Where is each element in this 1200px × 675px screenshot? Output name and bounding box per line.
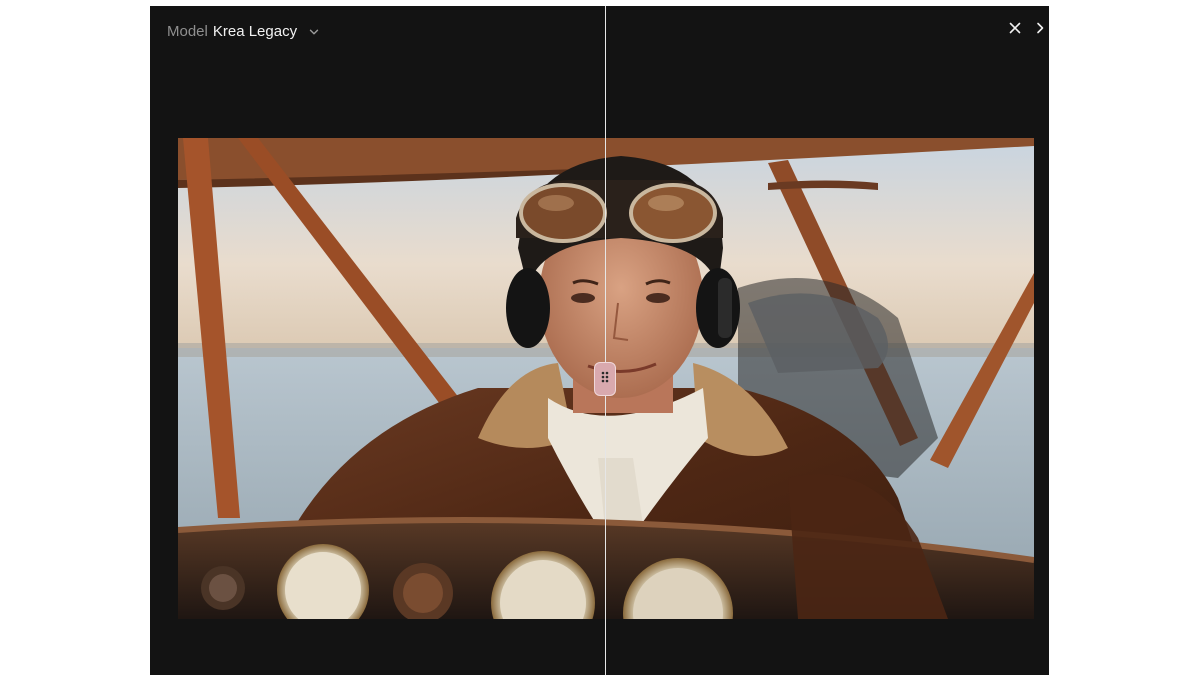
next-image-button[interactable] [1031,19,1049,41]
chevron-right-icon [1036,21,1044,39]
image-compare-modal: Model Krea Legacy [150,6,1049,675]
model-label: Model [167,23,208,40]
model-name: Krea Legacy [212,23,298,40]
close-button[interactable] [1004,19,1026,41]
comparison-divider[interactable] [605,6,606,675]
comparison-slider-handle[interactable] [594,362,616,396]
chevron-down-icon [307,25,321,39]
drag-handle-icon [601,370,609,388]
model-selector[interactable]: Model Krea Legacy [167,21,321,43]
close-icon [1009,21,1021,39]
